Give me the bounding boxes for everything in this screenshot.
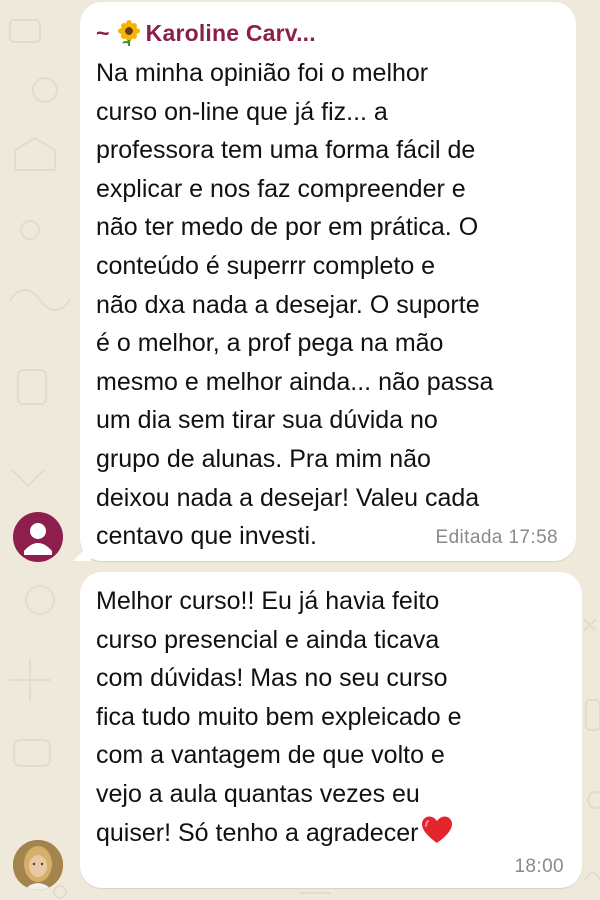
sunflower-icon	[116, 20, 142, 46]
default-user-avatar-icon	[24, 523, 52, 555]
sender-avatar-photo[interactable]	[13, 840, 63, 890]
message-text: Melhor curso!! Eu já havia feito curso p…	[96, 582, 568, 852]
sender-avatar-default[interactable]	[13, 512, 63, 562]
message-text-body: Melhor curso!! Eu já havia feito curso p…	[96, 587, 462, 847]
edited-label: Editada	[435, 527, 503, 548]
message-meta: 18:00	[514, 856, 564, 878]
message-text: Na minha opinião foi o melhor curso on-l…	[96, 59, 494, 551]
message-bubble[interactable]: Melhor curso!! Eu já havia feito curso p…	[80, 572, 582, 888]
user-photo-avatar	[13, 840, 63, 890]
sender-header[interactable]: ~ Karoline Carv...	[96, 16, 562, 50]
message-bubble[interactable]: ~ Karoline Carv... Na minha opinião foi …	[80, 2, 576, 561]
sender-name: Karoline Carv...	[145, 19, 316, 46]
message-time: 17:58	[508, 527, 558, 548]
message-time: 18:00	[514, 856, 564, 877]
red-heart-icon	[420, 815, 454, 845]
sender-prefix: ~	[96, 19, 110, 46]
message-meta: Editada 17:58	[436, 527, 558, 549]
